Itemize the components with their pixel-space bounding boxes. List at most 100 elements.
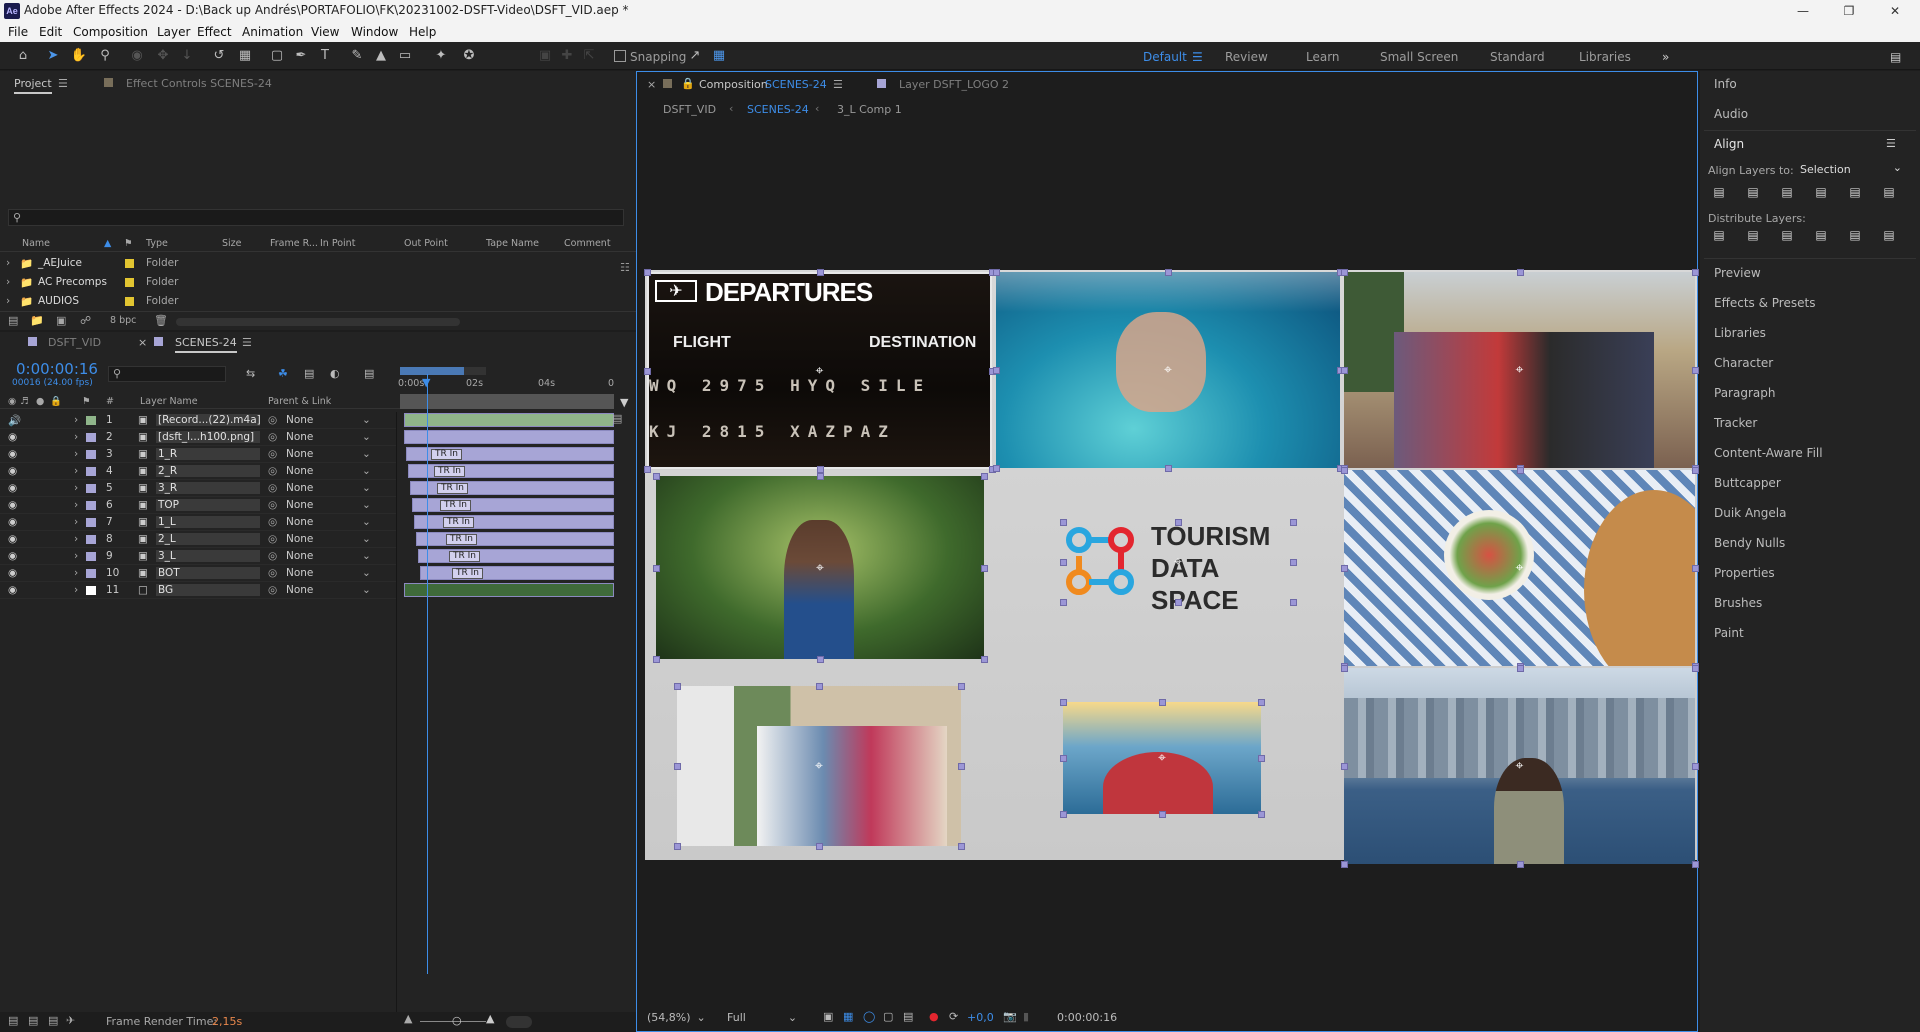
menu-file[interactable]: File xyxy=(8,25,28,39)
horizontal-scrollbar[interactable] xyxy=(176,318,460,326)
workspace-review[interactable]: Review xyxy=(1225,50,1268,64)
transform-handle[interactable] xyxy=(1692,565,1699,572)
brush-tool-icon[interactable]: ✎ xyxy=(348,47,366,65)
col-type[interactable]: Type xyxy=(146,238,168,249)
transform-handle[interactable] xyxy=(1060,811,1067,818)
project-item[interactable]: › 📁 AC Precomps Folder xyxy=(0,274,620,291)
clone-stamp-icon[interactable]: ▲ xyxy=(372,47,390,65)
layer-name[interactable]: [dsft_l...h100.png] xyxy=(156,431,260,443)
workspace-libraries[interactable]: Libraries xyxy=(1579,50,1631,64)
transform-handle[interactable] xyxy=(1341,565,1348,572)
workspace-learn[interactable]: Learn xyxy=(1306,50,1340,64)
transform-handle[interactable] xyxy=(1341,367,1348,374)
panel-item[interactable]: Tracker xyxy=(1714,416,1757,430)
layer-row[interactable]: ◉ › 6 ▣ TOP ◎ None ⌄ xyxy=(0,497,396,514)
dolly-tool-icon[interactable]: ↓ xyxy=(178,47,196,65)
anchor-point-icon[interactable]: ⌖ xyxy=(813,364,827,378)
tab-scenes-24[interactable]: SCENES-24 xyxy=(175,336,237,353)
align-v-center-icon[interactable]: ▤ xyxy=(1846,185,1864,201)
layer-label-swatch[interactable] xyxy=(86,586,96,595)
align-h-center-icon[interactable]: ▤ xyxy=(1744,185,1762,201)
expand-arrow-icon[interactable]: › xyxy=(74,482,78,494)
layer-label-swatch[interactable] xyxy=(86,467,96,476)
video-toggle-icon[interactable]: ◉ xyxy=(8,396,16,407)
col-parent-link[interactable]: Parent & Link xyxy=(268,396,331,407)
bpc-label[interactable]: 8 bpc xyxy=(110,315,136,326)
region-of-interest-icon[interactable]: ▣ xyxy=(823,1010,833,1023)
panel-item[interactable]: Duik Angela xyxy=(1714,506,1786,520)
playhead-line[interactable] xyxy=(427,374,428,974)
expand-arrow-icon[interactable]: › xyxy=(74,516,78,528)
menu-composition[interactable]: Composition xyxy=(73,25,148,39)
layer-row[interactable]: ◉ › 8 ▣ 2_L ◎ None ⌄ xyxy=(0,531,396,548)
visibility-eye-icon[interactable]: ◉ xyxy=(8,516,17,528)
layer-row[interactable]: ◉ › 9 ▣ 3_L ◎ None ⌄ xyxy=(0,548,396,565)
panel-item[interactable]: Properties xyxy=(1714,566,1775,580)
expand-arrow-icon[interactable]: › xyxy=(74,567,78,579)
layer-row[interactable]: ◉ › 3 ▣ 1_R ◎ None ⌄ xyxy=(0,446,396,463)
pickwhip-icon[interactable]: ◎ xyxy=(268,431,277,443)
align-bottom-icon[interactable]: ▤ xyxy=(1880,185,1898,201)
flowchart-toggle-icon[interactable]: ☷ xyxy=(620,261,630,274)
col-layer-name[interactable]: Layer Name xyxy=(140,396,198,407)
menu-help[interactable]: Help xyxy=(409,25,436,39)
parent-dropdown[interactable]: None xyxy=(286,584,372,596)
anchor-point-icon[interactable]: ⌖ xyxy=(1513,759,1527,773)
transform-handle[interactable] xyxy=(1341,269,1348,276)
orbit-tool-icon[interactable]: ◉ xyxy=(128,47,146,65)
interpret-footage-icon[interactable]: ▤ xyxy=(8,314,18,327)
transform-handle[interactable] xyxy=(958,763,965,770)
align-menu-icon[interactable]: ☰ xyxy=(1886,137,1896,150)
layer-name[interactable]: 3_L xyxy=(156,550,260,562)
distribute-h-center-icon[interactable]: ▤ xyxy=(1846,228,1864,244)
transform-handle[interactable] xyxy=(1692,763,1699,770)
distribute-bottom-icon[interactable]: ▤ xyxy=(1778,228,1796,244)
layer-switches-icon[interactable]: ▤ xyxy=(8,1014,18,1027)
transform-handle[interactable] xyxy=(674,843,681,850)
parent-dropdown[interactable]: None xyxy=(286,567,372,579)
menu-effect[interactable]: Effect xyxy=(197,25,232,39)
render-time-icon[interactable]: ✈ xyxy=(66,1014,75,1027)
pickwhip-icon[interactable]: ◎ xyxy=(268,499,277,511)
transform-handle[interactable] xyxy=(981,564,988,572)
transform-handle[interactable] xyxy=(1060,559,1067,566)
transform-handle[interactable] xyxy=(816,269,824,276)
panel-item[interactable]: Content-Aware Fill xyxy=(1714,446,1823,460)
transform-handle[interactable] xyxy=(1341,763,1348,770)
3d-view-icon[interactable]: ▤ xyxy=(903,1010,913,1023)
axis-local-icon[interactable]: ▣ xyxy=(536,47,554,65)
project-item[interactable]: › 📁 _AEJuice Folder xyxy=(0,255,620,272)
guides-icon[interactable]: ▢ xyxy=(883,1010,893,1023)
maximize-icon[interactable]: ❐ xyxy=(1826,2,1872,20)
transform-handle[interactable] xyxy=(1060,699,1067,706)
snap-options-icon[interactable]: ↗ xyxy=(686,47,704,65)
work-area-range[interactable] xyxy=(400,367,464,375)
transform-handle[interactable] xyxy=(981,473,988,480)
layer-label-swatch[interactable] xyxy=(86,518,96,527)
distribute-v-center-icon[interactable]: ▤ xyxy=(1744,228,1762,244)
transform-handle[interactable] xyxy=(653,473,660,480)
transform-handle[interactable] xyxy=(1516,665,1524,672)
transform-handle[interactable] xyxy=(816,843,823,850)
selection-tool-icon[interactable]: ➤ xyxy=(44,47,62,65)
transform-handle[interactable] xyxy=(653,656,660,663)
transform-handle[interactable] xyxy=(1165,465,1172,472)
transform-handle[interactable] xyxy=(1159,811,1166,818)
mask-visibility-icon[interactable]: ◯ xyxy=(863,1010,875,1023)
transform-handle[interactable] xyxy=(816,466,824,473)
transform-handle[interactable] xyxy=(1341,665,1348,672)
menu-window[interactable]: Window xyxy=(351,25,398,39)
transform-handle[interactable] xyxy=(1258,811,1265,818)
comp-menu-icon[interactable]: ☰ xyxy=(833,78,843,91)
rotate-tool-icon[interactable]: ↺ xyxy=(210,47,228,65)
parent-dropdown[interactable]: None xyxy=(286,414,372,426)
col-comment[interactable]: Comment xyxy=(564,238,611,249)
layer-row[interactable]: ◉ › 11 □ BG ◎ None ⌄ xyxy=(0,582,396,599)
composition-tab-label[interactable]: Composition xyxy=(699,78,768,91)
pickwhip-icon[interactable]: ◎ xyxy=(268,465,277,477)
close-tab-icon[interactable]: × xyxy=(647,78,656,91)
transform-handle[interactable] xyxy=(1060,519,1067,526)
layer-name[interactable]: BG xyxy=(156,584,260,596)
draft-3d-icon[interactable]: ☘ xyxy=(278,367,288,380)
workspace-small-screen[interactable]: Small Screen xyxy=(1380,50,1458,64)
